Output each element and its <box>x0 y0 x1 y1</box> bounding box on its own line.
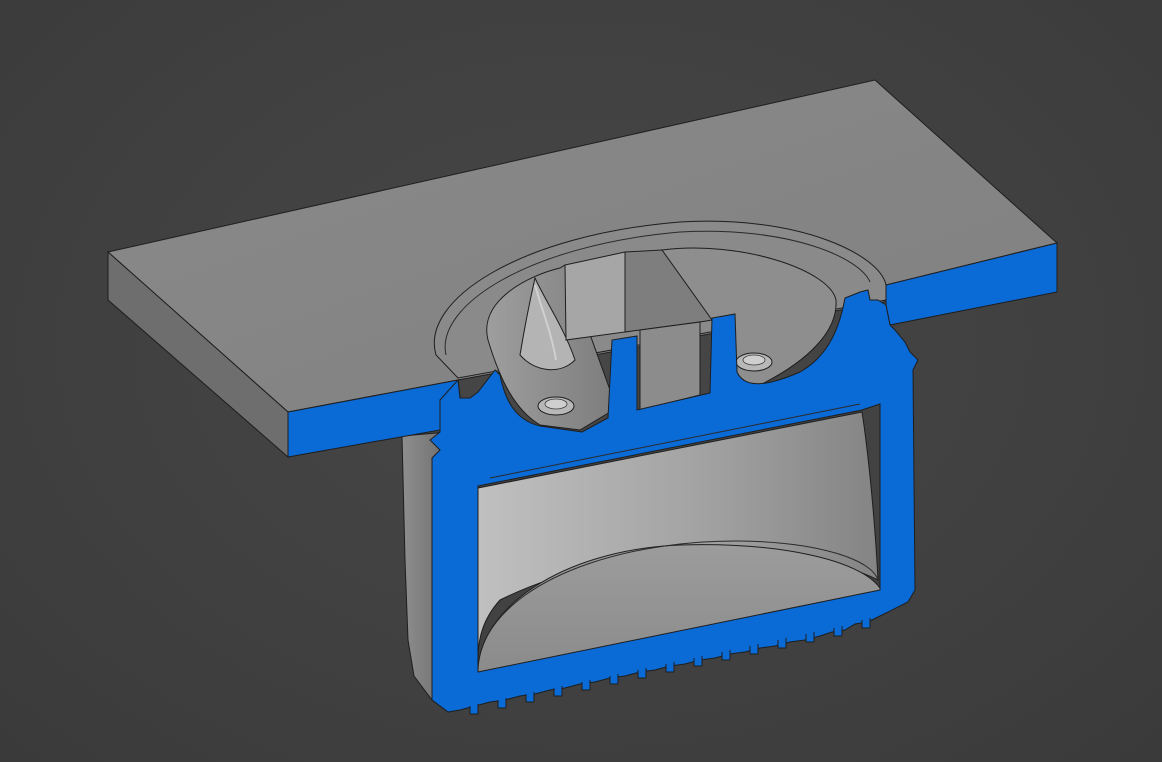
section-view-model[interactable] <box>0 0 1162 762</box>
center-slot-floor <box>639 321 701 411</box>
drain-hole-left-inner <box>544 398 568 410</box>
center-slot-back-wall <box>564 251 626 341</box>
cad-viewport[interactable] <box>0 0 1162 762</box>
drain-hole-right-inner <box>742 354 766 366</box>
